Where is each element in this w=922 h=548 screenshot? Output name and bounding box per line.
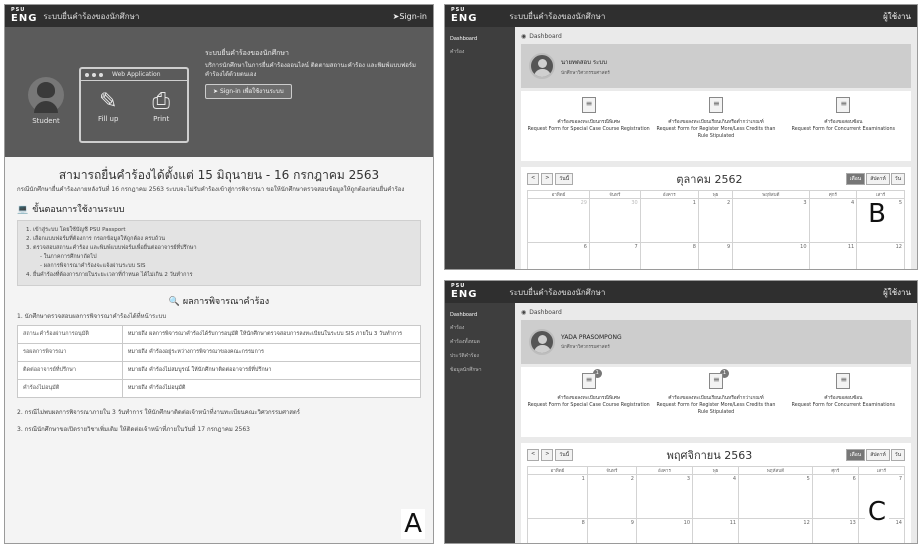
panel-c-dashboard: PSU ENG ระบบยื่นคำร้องของนักศึกษา ผู้ใช้ง…: [444, 280, 918, 544]
sidebar-item-all-requests[interactable]: คำร้องทั้งหมด: [445, 335, 515, 349]
prev-month-button[interactable]: <: [527, 173, 540, 185]
panel-b-dashboard: PSU ENG ระบบยื่นคำร้องของนักศึกษา ผู้ใช้ง…: [444, 4, 918, 270]
app-title: ระบบยื่นคำร้องของนักศึกษา: [509, 11, 606, 21]
psu-eng-logo: PSU ENG: [451, 283, 478, 301]
sidebar-item-dashboard[interactable]: Dashboard: [445, 309, 515, 321]
breadcrumb: ◉ Dashboard: [521, 308, 562, 316]
print-step: ⎙ Print: [152, 89, 170, 123]
table-row: รอผลการพิจารณา หมายถึง คำร้องอยู่ระหว่างก…: [17, 343, 422, 362]
sidebar-item-requests[interactable]: คำร้อง: [445, 321, 515, 335]
result-status-table: สถานะคำร้องผ่านการอนุมัติ หมายถึง ผลการพิ…: [17, 325, 422, 398]
signin-link[interactable]: ➤Sign-in: [393, 12, 427, 21]
breadcrumb: ◉ Dashboard: [521, 32, 562, 40]
panel-label-b: B: [865, 199, 889, 229]
profile-card: นายทดสอบ ระบบ นักศึกษาวิศวกรรมศาสตร์: [521, 44, 911, 88]
document-icon: [581, 97, 596, 113]
main-content: ◉ Dashboard นายทดสอบ ระบบ นักศึกษาวิศวกรรม…: [515, 27, 917, 269]
form-special-case[interactable]: 1คำร้องขอลงทะเบียนกรณีพิเศษRequest Form …: [528, 369, 650, 431]
form-concurrent-exam[interactable]: คำร้องขอสอบซ้อนRequest Form for Concurre…: [782, 373, 904, 431]
main-content: ◉ Dashboard YADA PRASOMPONG นักศึกษาวิศวกร…: [515, 303, 917, 543]
user-menu[interactable]: ผู้ใช้งาน: [883, 10, 911, 23]
calendar-grid: อาทิตย์ จันทร์ อังคาร พุธ พฤหัสบดี ศุกร์ เสาร์…: [527, 190, 905, 269]
psu-eng-logo: PSU ENG: [11, 7, 38, 25]
pencil-document-icon: ✎: [98, 89, 118, 114]
laptop-icon: 💻: [17, 205, 29, 215]
month-view-button[interactable]: เดือน: [845, 449, 866, 461]
day-view-button[interactable]: วัน: [890, 449, 905, 461]
notice-text: กรณีนักศึกษายื่นคำร้องภายหลังวันที่ 16 ก…: [17, 186, 405, 193]
calendar: < > วันนี้ พฤศจิกายน 2563 เดือน สัปดาห์ วัน …: [521, 443, 911, 543]
user-menu[interactable]: ผู้ใช้งาน: [883, 286, 911, 299]
avatar: [529, 53, 555, 79]
request-forms: 1คำร้องขอลงทะเบียนกรณีพิเศษRequest Form …: [521, 367, 911, 437]
table-row: คำร้องไม่อนุมัติ หมายถึง คำร้องไม่อนุมัติ: [17, 379, 422, 398]
steps-box: 1. เข้าสู่ระบบ โดยใช้บัญชี PSU Passport …: [17, 220, 421, 286]
avatar: [529, 329, 555, 355]
hero-banner: Student Web Application ✎ Fill up ⎙ Print …: [5, 27, 433, 157]
result-heading: 🔍 ผลการพิจารณาคำร้อง: [168, 297, 270, 307]
content-section: สามารถยื่นคำร้องได้ตั้งแต่ 15 มิถุนายน -…: [5, 157, 433, 440]
sidebar: Dashboard คำร้อง: [445, 27, 515, 269]
form-concurrent-exam[interactable]: คำร้องขอสอบซ้อนRequest Form for Concurre…: [782, 97, 904, 155]
day-view-button[interactable]: วัน: [890, 173, 905, 185]
app-title: ระบบยื่นคำร้องของนักศึกษา: [509, 287, 606, 297]
next-month-button[interactable]: >: [541, 173, 554, 185]
dashboard-icon: ◉: [521, 32, 527, 40]
top-navbar: PSU ENG ระบบยื่นคำร้องของนักศึกษา ผู้ใช้ง…: [445, 281, 917, 303]
calendar-title: ตุลาคม 2562: [676, 173, 743, 186]
document-icon: [708, 373, 723, 389]
result-intro: 1. นักศึกษาตรวจสอบผลการพิจารณาคำร้องได้ท…: [17, 313, 167, 320]
top-navbar: PSU ENG ระบบยื่นคำร้องของนักศึกษา ➤Sign-i…: [5, 5, 433, 27]
prev-month-button[interactable]: <: [527, 449, 540, 461]
week-view-button[interactable]: สัปดาห์: [866, 449, 890, 461]
student-figure: Student: [23, 77, 69, 125]
next-month-button[interactable]: >: [541, 449, 554, 461]
week-view-button[interactable]: สัปดาห์: [866, 173, 890, 185]
sidebar-item-student-info[interactable]: ข้อมูลนักศึกษา: [445, 363, 515, 377]
top-navbar: PSU ENG ระบบยื่นคำร้องของนักศึกษา ผู้ใช้ง…: [445, 5, 917, 27]
form-special-case[interactable]: คำร้องขอลงทะเบียนกรณีพิเศษRequest Form f…: [528, 97, 650, 155]
sidebar: Dashboard คำร้อง คำร้องทั้งหมด ประวัติคำ…: [445, 303, 515, 543]
sidebar-item-dashboard[interactable]: Dashboard: [445, 33, 515, 45]
today-button[interactable]: วันนี้: [555, 173, 574, 185]
footer-note-3: 3. กรณีนักศึกษาขอเปิดรายวิชาเพิ่มเติม ให…: [17, 426, 250, 433]
dashboard-icon: ◉: [521, 308, 527, 316]
month-view-button[interactable]: เดือน: [845, 173, 866, 185]
table-row: ติดต่ออาจารย์ที่ปรึกษา หมายถึง คำร้องไม่ส…: [17, 361, 422, 380]
form-more-less-credits[interactable]: คำร้องขอลงทะเบียนเรียนเกินหรือต่ำกว่าเกณ…: [655, 97, 777, 155]
calendar: < > วันนี้ ตุลาคม 2562 เดือน สัปดาห์ วัน อาท…: [521, 167, 911, 269]
document-icon: [581, 373, 596, 389]
table-row: สถานะคำร้องผ่านการอนุมัติ หมายถึง ผลการพิ…: [17, 325, 422, 344]
today-button[interactable]: วันนี้: [555, 449, 574, 461]
student-icon: [28, 77, 64, 113]
hero-text: ระบบยื่นคำร้องของนักศึกษา บริการนักศึกษา…: [205, 49, 425, 99]
panel-a-landing-page: PSU ENG ระบบยื่นคำร้องของนักศึกษา ➤Sign-i…: [4, 4, 434, 544]
printer-icon: ⎙: [152, 89, 170, 114]
form-more-less-credits[interactable]: 1คำร้องขอลงทะเบียนเรียนเกินหรือต่ำกว่าเก…: [655, 369, 777, 431]
psu-eng-logo: PSU ENG: [451, 7, 478, 25]
document-icon: [836, 97, 851, 113]
calendar-title: พฤศจิกายน 2563: [666, 449, 753, 462]
footer-note-2: 2. กรณีไม่พบผลการพิจารณาภายใน 3 วันทำการ…: [17, 409, 301, 416]
panel-label-c: C: [864, 497, 889, 527]
calendar-grid: อาทิตย์ จันทร์ อังคาร พุธ พฤหัสบดี ศุกร์ เสาร์…: [527, 466, 906, 543]
hero-signin-button[interactable]: ➤ Sign-in เพื่อใช้งานระบบ: [205, 84, 292, 99]
profile-name: YADA PRASOMPONG: [561, 334, 622, 341]
profile-card: YADA PRASOMPONG นักศึกษาวิศวกรรมศาสตร์: [521, 320, 911, 364]
sidebar-item-requests[interactable]: คำร้อง: [445, 45, 515, 59]
search-icon: 🔍: [168, 297, 180, 307]
document-icon: [836, 373, 851, 389]
open-period-heading: สามารถยื่นคำร้องได้ตั้งแต่ 15 มิถุนายน -…: [58, 168, 380, 182]
sidebar-item-history[interactable]: ประวัติคำร้อง: [445, 349, 515, 363]
request-forms: คำร้องขอลงทะเบียนกรณีพิเศษRequest Form f…: [521, 91, 911, 161]
steps-heading: 💻 ขั้นตอนการใช้งานระบบ: [17, 205, 125, 215]
web-application-window: Web Application ✎ Fill up ⎙ Print: [79, 67, 189, 143]
fill-up-step: ✎ Fill up: [97, 89, 119, 123]
app-title: ระบบยื่นคำร้องของนักศึกษา: [43, 11, 140, 21]
panel-label-a: A: [401, 509, 425, 539]
document-icon: [708, 97, 723, 113]
